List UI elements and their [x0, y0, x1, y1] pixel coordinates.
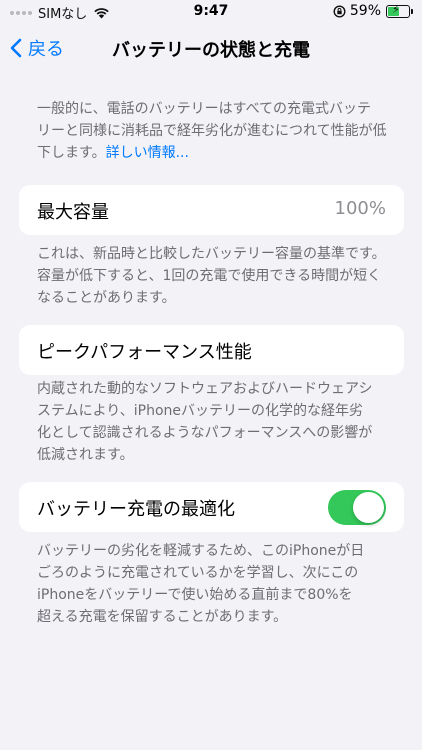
max-capacity-label: 最大容量	[37, 202, 109, 223]
max-capacity-row: 最大容量 100%	[19, 185, 404, 235]
navigation-bar: 戻る バッテリーの状態と充電	[0, 24, 422, 72]
optimized-desc-line: 超える充電を保留することがあります。	[37, 609, 288, 625]
peak-performance-label: ピークパフォーマンス性能	[37, 342, 252, 363]
optimized-desc-line: iPhoneをバッテリーで使い始める直前まで80%を	[37, 587, 353, 603]
optimized-charging-row: バッテリー充電の最適化	[19, 482, 404, 532]
optimized-desc-line: ごろのように充電されているかを学習し、次にこの	[37, 565, 359, 581]
performance-desc-line: 化として認識されるようなパフォーマンスへの影響が	[37, 425, 373, 441]
battery-percent: 59%	[349, 3, 381, 19]
capacity-desc-line: なることがあります。	[37, 290, 176, 306]
capacity-desc-line: これは、新品時と比較したバッテリー容量の基準です。	[37, 246, 386, 262]
optimized-charging-label: バッテリー充電の最適化	[37, 499, 235, 520]
peak-performance-row[interactable]: ピークパフォーマンス性能	[19, 325, 404, 375]
optimized-charging-toggle[interactable]	[328, 490, 386, 525]
battery-icon: ⚡	[386, 2, 413, 18]
status-right: 59% ⚡	[333, 2, 413, 19]
page-title: バッテリーの状態と充電	[112, 40, 310, 61]
intro-line: 下します。詳しい情報...	[37, 142, 387, 164]
capacity-desc-line: 容量が低下すると、1回の充電で使用できる時間が短く	[37, 268, 382, 284]
intro-line: 一般的に、電話のバッテリーはすべての充電式バッテ	[37, 101, 372, 117]
toggle-knob	[353, 492, 384, 523]
performance-desc-line: ステムにより、iPhoneバッテリーの化学的な経年劣	[37, 403, 363, 419]
capacity-description: これは、新品時と比較したバッテリー容量の基準です。 容量が低下すると、1回の充電…	[37, 243, 387, 309]
optimized-description: バッテリーの劣化を軽減するため、このiPhoneが日 ごろのように充電されている…	[37, 540, 387, 628]
performance-description: 内蔵された動的なソフトウェアおよびハードウェアシ ステムにより、iPhoneバッ…	[37, 378, 387, 466]
charging-bolt-icon: ⚡	[392, 2, 400, 16]
performance-desc-line: 内蔵された動的なソフトウェアおよびハードウェアシ	[37, 381, 373, 397]
orientation-lock-icon	[333, 4, 346, 18]
status-bar: SIMなし 9:47 59% ⚡	[0, 0, 422, 24]
intro-line-text: 下します。	[37, 145, 106, 161]
optimized-desc-line: バッテリーの劣化を軽減するため、このiPhoneが日	[37, 543, 365, 559]
intro-text: 一般的に、電話のバッテリーはすべての充電式バッテ リーと同様に消耗品で経年劣化が…	[37, 98, 387, 164]
intro-line: リーと同様に消耗品で経年劣化が進むにつれて性能が低	[37, 123, 387, 139]
max-capacity-value: 100%	[334, 198, 386, 219]
performance-desc-line: 低減されます。	[37, 447, 134, 463]
learn-more-link[interactable]: 詳しい情報...	[106, 145, 189, 161]
